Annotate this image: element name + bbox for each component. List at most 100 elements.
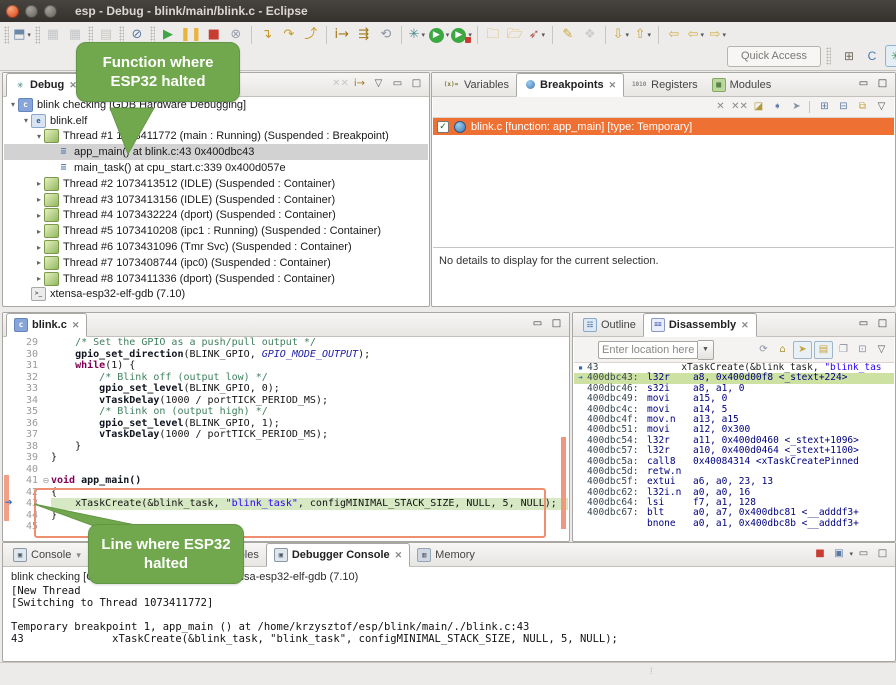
go-to-file-for-breakpoint-icon[interactable]: ➧	[769, 99, 786, 115]
close-icon[interactable]: ✕	[741, 320, 749, 331]
forward-button[interactable]: ⇨▾	[708, 25, 728, 45]
tab-variables[interactable]: (x)= Variables	[435, 74, 516, 96]
minimize-icon[interactable]: ▭	[529, 316, 546, 332]
expander-icon[interactable]: ▾	[21, 116, 31, 125]
debug-tree-row[interactable]: ≡app_main() at blink.c:43 0x400dbc43	[4, 144, 428, 160]
tab-memory[interactable]: ▥ Memory	[410, 544, 482, 566]
annotation-ruler-cell[interactable]	[4, 475, 16, 487]
disassembly-view-menu-icon[interactable]: ▽	[873, 342, 890, 358]
show-breakpoints-for-target-icon[interactable]: ◪	[750, 99, 767, 115]
maximize-icon[interactable]: □	[874, 76, 891, 92]
chevron-down-icon[interactable]: ▾	[76, 550, 81, 561]
back-dropdown-icon[interactable]: ▾	[701, 31, 705, 39]
expander-icon[interactable]: ▸	[34, 274, 44, 283]
location-combo-dropdown-icon[interactable]: ▼	[698, 340, 714, 360]
show-source-icon[interactable]: ▤	[814, 341, 833, 359]
code-line[interactable]: 36 gpio_set_level(BLINK_GPIO, 1);	[4, 418, 568, 430]
open-resource-button[interactable]: 🗁	[505, 25, 525, 45]
debug-tree-row[interactable]: ▸Thread #7 1073408744 (ipc0) (Suspended …	[4, 255, 428, 271]
maximize-icon[interactable]: □	[874, 316, 891, 332]
window-close-button[interactable]	[6, 5, 19, 18]
debug-config-dropdown-icon[interactable]: ▾	[421, 31, 425, 39]
fold-icon[interactable]: ⊖	[41, 476, 51, 485]
tab-registers[interactable]: 1010 Registers	[624, 74, 704, 96]
annotation-ruler-cell[interactable]	[4, 383, 16, 395]
view-menu-icon[interactable]: ▽	[370, 76, 387, 92]
collapse-all-icon[interactable]: ⊟	[835, 99, 852, 115]
annotation-ruler-cell[interactable]	[4, 349, 16, 361]
tab-disassembly[interactable]: ≡≡ Disassembly ✕	[643, 313, 757, 337]
minimize-icon[interactable]: ▭	[855, 316, 872, 332]
annotation-ruler-cell[interactable]	[4, 418, 16, 430]
disassembly-row[interactable]: 400dbc57:l32ra10, 0x400d0464 <_stext+110…	[574, 446, 894, 456]
annotation-ruler-cell[interactable]	[4, 510, 16, 522]
code-line[interactable]: 33 gpio_set_level(BLINK_GPIO, 0);	[4, 383, 568, 395]
close-icon[interactable]: ✕	[395, 550, 403, 561]
next-annotation-button[interactable]: ⇩▾	[611, 25, 631, 45]
new-wizard-button[interactable]: ⬒▾	[12, 25, 32, 45]
back-button[interactable]: ⇦▾	[686, 25, 706, 45]
open-perspective-icon[interactable]: ⊞	[839, 46, 859, 66]
expander-icon[interactable]: ▸	[34, 179, 44, 188]
new-wizard-dropdown-icon[interactable]: ▾	[27, 31, 31, 39]
terminate-console-icon[interactable]: ■	[811, 546, 828, 562]
tab-outline[interactable]: ☷ Outline	[576, 314, 643, 336]
previous-annotation-button[interactable]: ⇧▾	[633, 25, 653, 45]
code-line[interactable]: 31 while(1) {	[4, 360, 568, 372]
code-line[interactable]: 41⊖void app_main()	[4, 475, 568, 487]
debug-tree-row[interactable]: ▸Thread #6 1073431096 (Tmr Svc) (Suspend…	[4, 239, 428, 255]
tab-breakpoints[interactable]: Breakpoints ✕	[516, 73, 624, 97]
step-return-button[interactable]: ⤴	[301, 25, 321, 45]
cpp-perspective-icon[interactable]: C	[862, 46, 882, 66]
last-edit-location-button[interactable]: ⇦	[664, 25, 684, 45]
debug-tree-row[interactable]: ▸Thread #8 1073411336 (dport) (Suspended…	[4, 271, 428, 287]
overview-ruler-mark[interactable]	[561, 437, 566, 529]
annotation-ruler-cell[interactable]	[4, 521, 16, 533]
expander-icon[interactable]: ▸	[34, 211, 44, 220]
run-button[interactable]: ▶▾	[429, 25, 450, 45]
debug-tree-row[interactable]: ▸Thread #2 1073413512 (IDLE) (Suspended …	[4, 176, 428, 192]
disassembly-body[interactable]: ▪43 xTaskCreate(&blink_task, "blink_tas➔…	[574, 363, 894, 540]
display-selected-console-icon[interactable]: ▣	[830, 546, 847, 562]
annotation-ruler-cell[interactable]	[4, 406, 16, 418]
expander-icon[interactable]: ▾	[34, 132, 44, 141]
console-minimize-icon[interactable]: ▭	[855, 546, 872, 562]
location-combo[interactable]: Enter location here	[598, 341, 698, 359]
window-minimize-button[interactable]	[25, 5, 38, 18]
instruction-stepping-toggle-icon[interactable]: i→	[351, 76, 368, 92]
expander-icon[interactable]: ▸	[34, 227, 44, 236]
remove-all-terminated-icon[interactable]: ✕✕	[332, 76, 349, 92]
debug-tree-row[interactable]: ▸Thread #3 1073413156 (IDLE) (Suspended …	[4, 192, 428, 208]
step-into-button[interactable]: ↴	[257, 25, 277, 45]
next-annotation-dropdown-icon[interactable]: ▾	[626, 31, 630, 39]
annotation-ruler-cell[interactable]	[4, 395, 16, 407]
annotation-ruler-cell[interactable]	[4, 372, 16, 384]
tab-debugger-console[interactable]: ▣ Debugger Console ✕	[266, 543, 410, 567]
minimize-icon[interactable]: ▭	[389, 76, 406, 92]
annotation-ruler-cell[interactable]: ➔	[4, 498, 16, 510]
forward-dropdown-icon[interactable]: ▾	[723, 31, 727, 39]
code-line[interactable]: 34 vTaskDelay(1000 / portTICK_PERIOD_MS)…	[4, 395, 568, 407]
refresh-view-icon[interactable]: ⟳	[755, 342, 772, 358]
remove-selected-breakpoints-icon[interactable]: ✕	[712, 99, 729, 115]
annotation-ruler-cell[interactable]	[4, 452, 16, 464]
disassembly-row[interactable]: 400dbc49:movia15, 0	[574, 394, 894, 404]
maximize-icon[interactable]: □	[408, 76, 425, 92]
maximize-icon[interactable]: □	[548, 316, 565, 332]
minimize-icon[interactable]: ▭	[855, 76, 872, 92]
annotation-ruler-cell[interactable]	[4, 360, 16, 372]
open-new-view-icon[interactable]: ❐	[835, 342, 852, 358]
tab-debug[interactable]: ✳ Debug ✕	[6, 73, 85, 97]
debug-tree-row[interactable]: ▸Thread #5 1073410208 (ipc1 : Running) (…	[4, 223, 428, 239]
home-pc-icon[interactable]: ⌂	[774, 342, 791, 358]
use-step-filters-button[interactable]: ⇶	[354, 25, 374, 45]
external-tools-button[interactable]: ▶▾	[451, 25, 472, 45]
breakpoint-enabled-checkbox[interactable]: ✓	[437, 121, 449, 133]
code-line[interactable]: 35 /* Blink on (output high) */	[4, 406, 568, 418]
track-current-pc-icon[interactable]: ➤	[793, 341, 812, 359]
code-line[interactable]: 32 /* Blink off (output low) */	[4, 372, 568, 384]
link-with-debug-view-icon[interactable]: ⧉	[854, 99, 871, 115]
close-icon[interactable]: ✕	[72, 320, 80, 331]
debug-perspective-icon[interactable]: ✳	[885, 45, 896, 67]
expander-icon[interactable]: ▸	[34, 195, 44, 204]
